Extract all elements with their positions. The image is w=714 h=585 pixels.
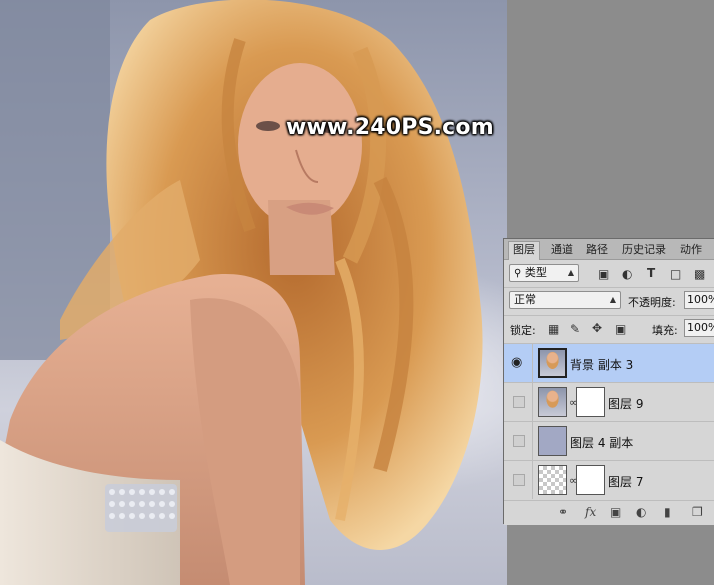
tab-history[interactable]: 历史记录: [618, 242, 670, 259]
layer-thumbnail[interactable]: [538, 426, 567, 456]
lock-transparent-pixels-icon[interactable]: ▦: [548, 322, 559, 336]
layer-row[interactable]: ∞ 图层 7: [504, 460, 714, 499]
new-group-icon[interactable]: ▮: [664, 505, 671, 519]
lock-position-icon[interactable]: ✥: [592, 321, 602, 335]
layer-row[interactable]: 图层 4 副本: [504, 421, 714, 460]
layer-mask-thumbnail[interactable]: [576, 387, 605, 417]
fx-icon[interactable]: fx: [585, 505, 596, 519]
filter-kind-label: 类型: [524, 266, 547, 279]
layer-thumbnail[interactable]: [538, 465, 567, 495]
fill-input[interactable]: 100%: [684, 319, 714, 337]
visibility-off-box[interactable]: [513, 435, 525, 447]
fill-label: 填充:: [652, 324, 678, 337]
tab-paths[interactable]: 路径: [582, 242, 612, 259]
tab-layers[interactable]: 图层: [508, 241, 540, 260]
layer-name[interactable]: 图层 9: [608, 395, 643, 412]
layer-row[interactable]: ◉ 背景 副本 3: [504, 343, 714, 382]
lock-image-pixels-icon[interactable]: ✎: [570, 322, 580, 336]
layer-name[interactable]: 图层 7: [608, 473, 643, 490]
link-layers-icon[interactable]: ⚭: [558, 505, 568, 519]
updown-caret-icon: ▲: [567, 268, 574, 277]
type-filter-icon[interactable]: T: [647, 266, 655, 280]
layer-name[interactable]: 图层 4 副本: [570, 434, 633, 451]
lock-all-icon[interactable]: ▣: [615, 322, 626, 336]
adjustment-layer-icon[interactable]: ◐: [636, 505, 646, 519]
panel-tab-bar: 图层 通道 路径 历史记录 动作: [504, 239, 714, 260]
opacity-input[interactable]: 100%: [684, 291, 714, 309]
adjustment-filter-icon[interactable]: ◐: [622, 267, 632, 281]
shape-filter-icon[interactable]: □: [670, 267, 681, 281]
visibility-toggle[interactable]: [504, 461, 533, 499]
tab-actions[interactable]: 动作: [676, 242, 706, 259]
visibility-off-box[interactable]: [513, 474, 525, 486]
lock-row: 锁定: ▦ ✎ ✥ ▣ 填充: 100%: [504, 315, 714, 340]
blend-mode-select[interactable]: 正常 ▲: [509, 291, 621, 309]
visibility-toggle[interactable]: ◉: [504, 344, 533, 382]
layers-panel: 图层 通道 路径 历史记录 动作 ⚲ 类型 ▲ ▣ ◐ T □ ▩ 正常 ▲ 不…: [503, 238, 714, 525]
watermark-text: www.240PS.com: [286, 115, 494, 140]
blend-mode-value: 正常: [514, 293, 536, 306]
lock-label: 锁定:: [510, 324, 536, 337]
eye-icon[interactable]: ◉: [511, 355, 522, 370]
add-mask-icon[interactable]: ▣: [610, 505, 621, 519]
layer-mask-thumbnail[interactable]: [576, 465, 605, 495]
new-layer-icon[interactable]: ❐: [692, 505, 703, 519]
layer-name[interactable]: 背景 副本 3: [570, 356, 633, 373]
visibility-toggle[interactable]: [504, 383, 533, 421]
updown-caret-icon: ▲: [609, 295, 616, 304]
opacity-label: 不透明度:: [628, 296, 676, 309]
document-canvas[interactable]: www.240PS.com: [0, 0, 507, 585]
layer-row[interactable]: ∞ 图层 9: [504, 382, 714, 421]
photo-image: [0, 0, 483, 585]
layer-thumbnail[interactable]: [538, 387, 567, 417]
search-icon: ⚲: [514, 268, 522, 279]
image-filter-icon[interactable]: ▣: [598, 267, 609, 281]
layer-filter-row: ⚲ 类型 ▲ ▣ ◐ T □ ▩: [504, 261, 714, 285]
layer-thumbnail[interactable]: [538, 348, 567, 378]
blend-row: 正常 ▲ 不透明度: 100%: [504, 287, 714, 312]
visibility-toggle[interactable]: [504, 422, 533, 460]
smart-object-filter-icon[interactable]: ▩: [694, 267, 705, 281]
filter-kind-select[interactable]: ⚲ 类型 ▲: [509, 264, 579, 282]
layers-bottom-toolbar: ⚭ fx ▣ ◐ ▮ ❐: [504, 500, 714, 525]
tab-channels[interactable]: 通道: [547, 242, 577, 259]
visibility-off-box[interactable]: [513, 396, 525, 408]
